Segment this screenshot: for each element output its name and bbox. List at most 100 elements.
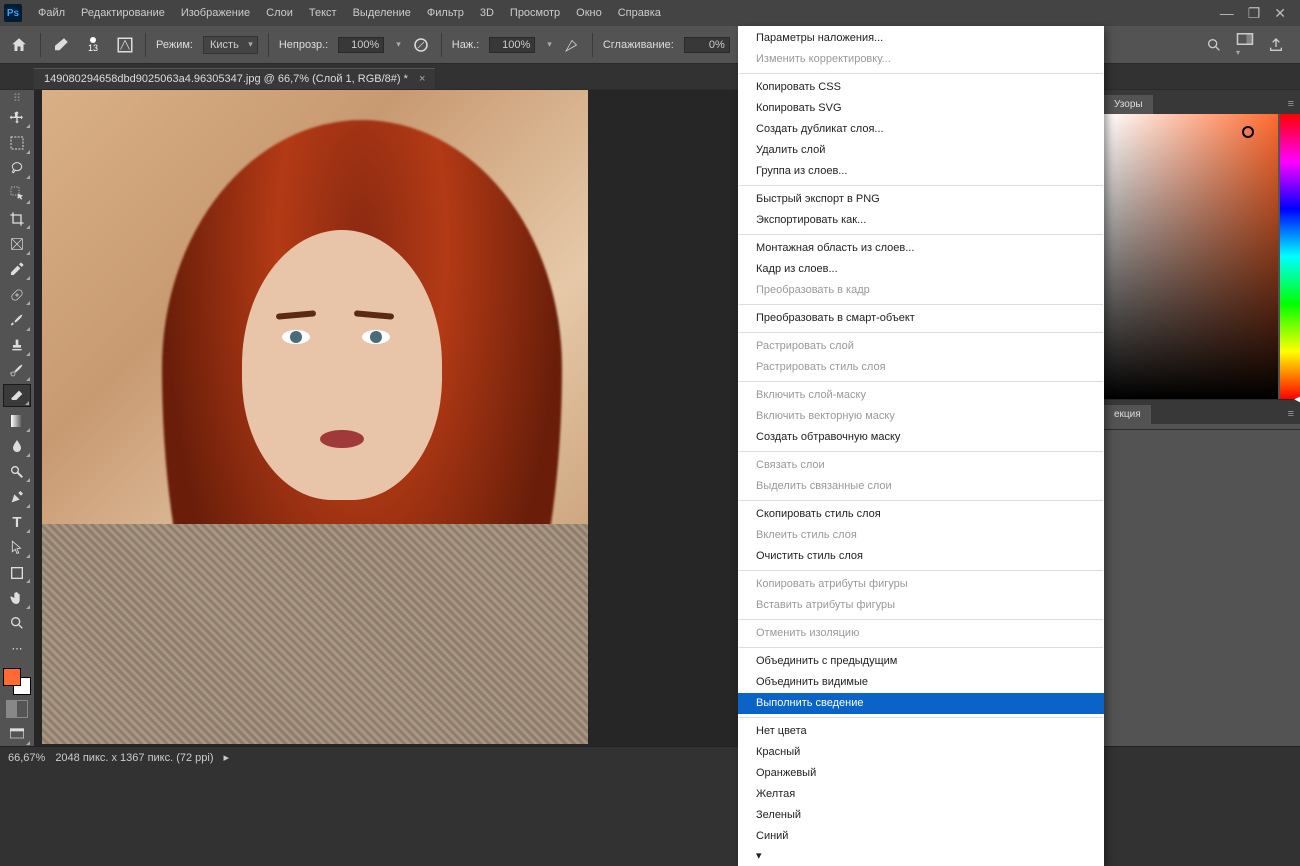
brush-settings-icon[interactable] [115, 35, 135, 55]
color-picker-field[interactable] [1104, 114, 1278, 399]
menu-help[interactable]: Справка [610, 0, 669, 26]
context-menu-item[interactable]: Выполнить сведение [738, 693, 1104, 714]
search-icon[interactable] [1206, 37, 1222, 53]
context-menu-item[interactable]: Зеленый [738, 805, 1104, 826]
separator [441, 33, 442, 57]
pressure-opacity-icon[interactable] [411, 35, 431, 55]
blur-tool[interactable] [3, 435, 31, 458]
opacity-field[interactable]: 100% [338, 37, 384, 53]
dodge-tool[interactable] [3, 460, 31, 483]
eraser-tool[interactable] [3, 384, 31, 407]
menu-layers[interactable]: Слои [258, 0, 301, 26]
context-menu-item[interactable]: Объединить видимые [738, 672, 1104, 693]
patterns-tab[interactable]: Узоры [1104, 95, 1153, 114]
context-menu-item[interactable]: Очистить стиль слоя [738, 546, 1104, 567]
crop-tool[interactable] [3, 207, 31, 230]
hue-slider[interactable]: ◀ [1280, 114, 1300, 399]
context-menu-item[interactable]: Оранжевый [738, 763, 1104, 784]
close-tab-icon[interactable]: × [419, 73, 425, 85]
opacity-label: Непрозр.: [279, 39, 328, 51]
shape-tool[interactable] [3, 561, 31, 584]
menu-text[interactable]: Текст [301, 0, 345, 26]
minimize-button[interactable]: — [1220, 5, 1234, 22]
context-menu-item[interactable]: Параметры наложения... [738, 28, 1104, 49]
path-select-tool[interactable] [3, 536, 31, 559]
type-tool[interactable]: T [3, 511, 31, 534]
context-menu-item[interactable]: Желтая [738, 784, 1104, 805]
context-menu-item[interactable]: Объединить с предыдущим [738, 651, 1104, 672]
lasso-tool[interactable] [3, 157, 31, 180]
panel-menu-icon[interactable]: ≡ [1282, 94, 1300, 114]
history-brush-tool[interactable] [3, 359, 31, 382]
correction-tab[interactable]: екция [1104, 405, 1151, 424]
context-menu-item[interactable]: Копировать SVG [738, 98, 1104, 119]
context-menu-item: Изменить корректировку... [738, 49, 1104, 70]
doc-dimensions[interactable]: 2048 пикс. x 1367 пикс. (72 ppi) [55, 752, 213, 764]
hue-slider-thumb[interactable]: ◀ [1294, 394, 1300, 405]
airbrush-icon[interactable] [562, 35, 582, 55]
color-picker-cursor[interactable] [1242, 126, 1254, 138]
zoom-level[interactable]: 66,67% [8, 752, 45, 764]
menu-view[interactable]: Просмотр [502, 0, 568, 26]
brush-tool[interactable] [3, 308, 31, 331]
context-menu-item[interactable]: Группа из слоев... [738, 161, 1104, 182]
quick-mask-toggle[interactable] [3, 697, 31, 720]
document-tab[interactable]: 149080294658dbd9025063a4.96305347.jpg @ … [34, 68, 435, 89]
grip-icon[interactable]: ⠿ [3, 92, 31, 104]
chevron-down-icon[interactable]: ▾ [547, 39, 552, 50]
context-menu-item[interactable]: Создать дубликат слоя... [738, 119, 1104, 140]
edit-toolbar[interactable]: ⋯ [3, 637, 31, 660]
context-menu-item[interactable]: Красный [738, 742, 1104, 763]
menu-edit[interactable]: Редактирование [73, 0, 173, 26]
context-menu-item[interactable]: Кадр из слоев... [738, 259, 1104, 280]
menu-more-indicator[interactable]: ▾ [738, 847, 1104, 864]
eyedropper-tool[interactable] [3, 258, 31, 281]
context-menu-item[interactable]: Синий [738, 826, 1104, 847]
context-menu-item[interactable]: Удалить слой [738, 140, 1104, 161]
context-menu-item[interactable]: Скопировать стиль слоя [738, 504, 1104, 525]
context-menu-item: Растрировать слой [738, 336, 1104, 357]
color-swatches[interactable] [3, 668, 31, 695]
menu-bar: Ps Файл Редактирование Изображение Слои … [0, 0, 1300, 26]
menu-image[interactable]: Изображение [173, 0, 258, 26]
hand-tool[interactable] [3, 586, 31, 609]
menu-3d[interactable]: 3D [472, 0, 502, 26]
gradient-tool[interactable] [3, 409, 31, 432]
quick-select-tool[interactable] [3, 182, 31, 205]
maximize-button[interactable]: ❐ [1248, 5, 1261, 22]
menu-window[interactable]: Окно [568, 0, 610, 26]
menu-file[interactable]: Файл [30, 0, 73, 26]
frame-tool[interactable] [3, 232, 31, 255]
close-button[interactable]: ✕ [1274, 5, 1286, 22]
pen-tool[interactable] [3, 485, 31, 508]
context-menu-item[interactable]: Быстрый экспорт в PNG [738, 189, 1104, 210]
marquee-tool[interactable] [3, 131, 31, 154]
smoothing-label: Сглаживание: [603, 39, 674, 51]
chevron-down-icon[interactable]: ▾ [396, 39, 401, 50]
menu-filter[interactable]: Фильтр [419, 0, 472, 26]
screen-mode-toggle[interactable] [3, 723, 31, 746]
context-menu-item[interactable]: Преобразовать в смарт-объект [738, 308, 1104, 329]
separator [145, 33, 146, 57]
smoothing-field[interactable]: 0% [684, 37, 730, 53]
eraser-tool-icon[interactable] [51, 35, 71, 55]
move-tool[interactable] [3, 106, 31, 129]
context-menu-item[interactable]: Нет цвета [738, 721, 1104, 742]
panel-menu-icon[interactable]: ≡ [1282, 404, 1300, 424]
healing-tool[interactable] [3, 283, 31, 306]
chevron-right-icon[interactable]: ▸ [224, 751, 230, 764]
menu-select[interactable]: Выделение [345, 0, 419, 26]
context-menu-item[interactable]: Экспортировать как... [738, 210, 1104, 231]
stamp-tool[interactable] [3, 334, 31, 357]
share-icon[interactable] [1268, 37, 1284, 53]
workspace-switcher-icon[interactable]: ▾ [1236, 32, 1254, 58]
context-menu-item[interactable]: Создать обтравочную маску [738, 427, 1104, 448]
brush-preset[interactable]: 13 [81, 36, 105, 54]
context-menu-item: Вклеить стиль слоя [738, 525, 1104, 546]
context-menu-item[interactable]: Копировать CSS [738, 77, 1104, 98]
home-button[interactable] [8, 34, 30, 56]
mode-combo[interactable]: Кисть [203, 36, 258, 54]
zoom-tool[interactable] [3, 612, 31, 635]
context-menu-item[interactable]: Монтажная область из слоев... [738, 238, 1104, 259]
flow-field[interactable]: 100% [489, 37, 535, 53]
